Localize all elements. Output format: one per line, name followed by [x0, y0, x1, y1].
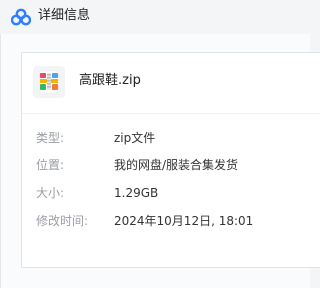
- zip-archive-icon: [32, 65, 66, 99]
- detail-value: 2024年10月12日, 18:01: [114, 214, 254, 228]
- detail-label: 位置:: [36, 158, 65, 172]
- detail-value: zip文件: [114, 131, 156, 145]
- divider: [22, 113, 320, 114]
- detail-label: 修改时间:: [36, 214, 89, 228]
- detail-row-location: 位置: 我的网盘/服装合集发货: [22, 156, 320, 174]
- title-bar: 详细信息: [0, 0, 310, 34]
- detail-label: 类型:: [36, 131, 65, 145]
- details-panel: 高跟鞋.zip 类型: zip文件 位置: 我的网盘/服装合集发货 大小: 1.…: [0, 34, 320, 288]
- file-details-card: 高跟鞋.zip 类型: zip文件 位置: 我的网盘/服装合集发货 大小: 1.…: [21, 52, 320, 268]
- detail-row-type: 类型: zip文件: [22, 129, 320, 147]
- detail-row-modified: 修改时间: 2024年10月12日, 18:01: [22, 212, 320, 230]
- window-title: 详细信息: [38, 8, 91, 23]
- detail-value: 我的网盘/服装合集发货: [114, 158, 239, 172]
- detail-row-size: 大小: 1.29GB: [22, 184, 320, 202]
- cloud-logo-icon: [10, 8, 32, 26]
- file-name: 高跟鞋.zip: [79, 73, 141, 88]
- detail-label: 大小:: [36, 186, 65, 200]
- detail-value: 1.29GB: [114, 186, 159, 200]
